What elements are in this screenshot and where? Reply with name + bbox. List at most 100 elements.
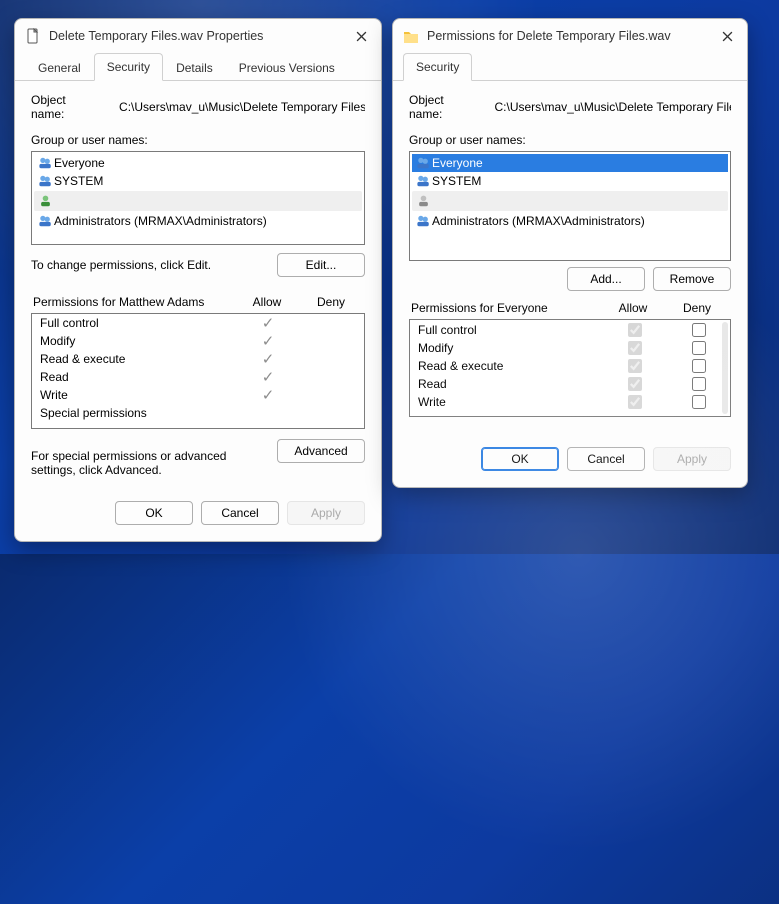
principal-redacted[interactable]: [412, 191, 728, 211]
perm-write: Write ✓: [32, 386, 364, 404]
perm-read-execute: Read & execute: [410, 356, 730, 374]
perm-read: Read: [410, 374, 730, 392]
principals-list[interactable]: Everyone SYSTEM Administrators (MRMAX\Ad…: [409, 151, 731, 261]
deny-checkbox[interactable]: [692, 323, 706, 337]
perm-label: Read & execute: [40, 352, 236, 366]
redacted-bar: [56, 194, 358, 208]
user-icon: [36, 194, 54, 208]
permissions-for-label: Permissions for Matthew Adams: [33, 295, 235, 309]
perm-write: Write: [410, 392, 730, 410]
allow-checkbox[interactable]: [628, 341, 642, 355]
perm-modify: Modify ✓: [32, 332, 364, 350]
perm-label: Write: [418, 395, 602, 409]
principal-label: Everyone: [54, 156, 105, 170]
permissions-window: Permissions for Delete Temporary Files.w…: [392, 18, 748, 488]
window-title: Permissions for Delete Temporary Files.w…: [427, 29, 707, 43]
deny-checkbox[interactable]: [692, 377, 706, 391]
perm-label: Modify: [418, 341, 602, 355]
object-name-value: C:\Users\mav_u\Music\Delete Temporary Fi…: [119, 100, 365, 114]
apply-button[interactable]: Apply: [653, 447, 731, 471]
perm-label: Read: [40, 370, 236, 384]
perm-label: Modify: [40, 334, 236, 348]
perm-read-execute: Read & execute ✓: [32, 350, 364, 368]
tab-details[interactable]: Details: [163, 54, 226, 81]
ok-button[interactable]: OK: [481, 447, 559, 471]
group-icon: [414, 156, 432, 170]
tab-strip: General Security Details Previous Versio…: [15, 53, 381, 81]
tab-previous-versions[interactable]: Previous Versions: [226, 54, 348, 81]
principal-redacted[interactable]: [34, 191, 362, 211]
window-title: Delete Temporary Files.wav Properties: [49, 29, 341, 43]
perm-full-control: Full control: [410, 320, 730, 338]
close-button[interactable]: [707, 19, 747, 53]
file-icon: [25, 28, 41, 44]
ok-button[interactable]: OK: [115, 501, 193, 525]
cancel-button[interactable]: Cancel: [201, 501, 279, 525]
perm-label: Read & execute: [418, 359, 602, 373]
principal-everyone[interactable]: Everyone: [412, 154, 728, 172]
group-icon: [36, 174, 54, 188]
perm-label: Read: [418, 377, 602, 391]
cancel-button[interactable]: Cancel: [567, 447, 645, 471]
perm-label: Write: [40, 388, 236, 402]
allow-checkbox[interactable]: [628, 359, 642, 373]
close-icon: [356, 31, 367, 42]
group-icon: [414, 214, 432, 228]
principal-administrators[interactable]: Administrators (MRMAX\Administrators): [34, 212, 362, 230]
folder-icon: [403, 28, 419, 44]
remove-button[interactable]: Remove: [653, 267, 731, 291]
allow-checkbox[interactable]: [628, 323, 642, 337]
properties-window: Delete Temporary Files.wav Properties Ge…: [14, 18, 382, 542]
allow-header: Allow: [235, 295, 299, 309]
perm-label: Full control: [418, 323, 602, 337]
add-button[interactable]: Add...: [567, 267, 645, 291]
tab-security[interactable]: Security: [403, 53, 472, 81]
allow-header: Allow: [601, 301, 665, 315]
check-icon: ✓: [262, 316, 275, 331]
perm-special: Special permissions: [32, 404, 364, 422]
perm-label: Full control: [40, 316, 236, 330]
group-icon: [414, 174, 432, 188]
scrollbar[interactable]: [722, 322, 728, 414]
principal-everyone[interactable]: Everyone: [34, 154, 362, 172]
perm-full-control: Full control ✓: [32, 314, 364, 332]
group-icon: [36, 156, 54, 170]
titlebar: Delete Temporary Files.wav Properties: [15, 19, 381, 53]
principals-list[interactable]: Everyone SYSTEM Administrators (MRMAX\Ad…: [31, 151, 365, 245]
dialog-buttons: OK Cancel Apply: [15, 489, 381, 541]
edit-button[interactable]: Edit...: [277, 253, 365, 277]
deny-checkbox[interactable]: [692, 341, 706, 355]
tab-strip: Security: [393, 53, 747, 81]
principal-label: SYSTEM: [432, 174, 481, 188]
permissions-list: Full control ✓ Modify ✓ Read & execute ✓…: [31, 313, 365, 429]
deny-header: Deny: [665, 301, 729, 315]
perm-modify: Modify: [410, 338, 730, 356]
dialog-buttons: OK Cancel Apply: [393, 435, 747, 487]
advanced-note: For special permissions or advanced sett…: [31, 449, 231, 477]
deny-header: Deny: [299, 295, 363, 309]
group-icon: [36, 214, 54, 228]
group-names-label: Group or user names:: [31, 133, 365, 147]
close-button[interactable]: [341, 19, 381, 53]
advanced-button[interactable]: Advanced: [277, 439, 365, 463]
deny-checkbox[interactable]: [692, 395, 706, 409]
principal-system[interactable]: SYSTEM: [34, 172, 362, 190]
tab-security[interactable]: Security: [94, 53, 163, 81]
principal-label: Administrators (MRMAX\Administrators): [54, 214, 267, 228]
security-panel: Object name: C:\Users\mav_u\Music\Delete…: [15, 81, 381, 489]
change-permissions-note: To change permissions, click Edit.: [31, 258, 211, 272]
check-icon: ✓: [262, 388, 275, 403]
object-name-value: C:\Users\mav_u\Music\Delete Temporary Fi…: [495, 100, 732, 114]
object-name-label: Object name:: [409, 93, 473, 121]
deny-checkbox[interactable]: [692, 359, 706, 373]
principal-system[interactable]: SYSTEM: [412, 172, 728, 190]
principal-label: SYSTEM: [54, 174, 103, 188]
allow-checkbox[interactable]: [628, 377, 642, 391]
allow-checkbox[interactable]: [628, 395, 642, 409]
apply-button[interactable]: Apply: [287, 501, 365, 525]
perm-read: Read ✓: [32, 368, 364, 386]
group-names-label: Group or user names:: [409, 133, 731, 147]
user-icon: [414, 194, 432, 208]
principal-administrators[interactable]: Administrators (MRMAX\Administrators): [412, 212, 728, 230]
tab-general[interactable]: General: [25, 54, 94, 81]
